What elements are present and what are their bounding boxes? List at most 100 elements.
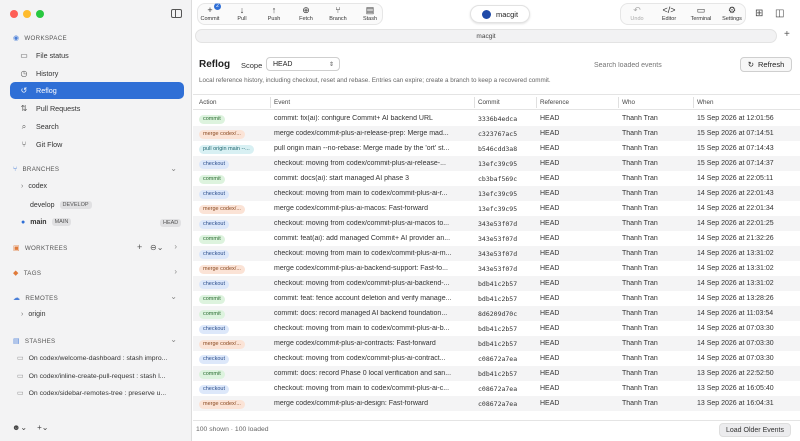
author-cell: Thanh Tran	[622, 399, 658, 407]
branch-main[interactable]: ● main MAIN	[21, 218, 72, 226]
tags-header[interactable]: ◆ TAGS	[13, 269, 41, 278]
table-row[interactable]: commit commit: feat(ai): add managed Comm…	[193, 231, 800, 246]
action-badge: checkout	[199, 354, 230, 364]
table-row[interactable]: commit commit: docs: record managed AI ba…	[193, 306, 800, 321]
table-row[interactable]: checkout checkout: moving from main to co…	[193, 246, 800, 261]
branch-develop[interactable]: develop DEVELOP	[30, 201, 92, 209]
table-row[interactable]: checkout checkout: moving from codex/comm…	[193, 351, 800, 366]
commit-hash-cell: bdb41c2b57	[478, 325, 518, 333]
stash-item[interactable]: ▭ On codex/welcome-dashboard : stash imp…	[17, 354, 177, 363]
column-header-event[interactable]: Event	[274, 99, 290, 106]
more-icon[interactable]: ⊖⌄	[150, 243, 163, 252]
table-row[interactable]: checkout checkout: moving from codex/comm…	[193, 276, 800, 291]
chevron-down-icon[interactable]: ⌄	[170, 164, 177, 173]
column-header-who[interactable]: Who	[622, 99, 635, 106]
table-row[interactable]: commit commit: fix(ai): configure Commit+…	[193, 111, 800, 126]
author-cell: Thanh Tran	[622, 189, 658, 197]
repo-selector[interactable]: macgit	[470, 5, 530, 23]
new-tab-icon[interactable]: +	[784, 29, 790, 40]
branch-label: Branch	[329, 16, 347, 22]
branch-button[interactable]: ⑂ Branch	[324, 4, 352, 22]
sidebar-item-search[interactable]: ⌕ Search	[10, 118, 184, 135]
branches-header[interactable]: ⑂ BRANCHES	[13, 166, 59, 173]
table-row[interactable]: checkout checkout: moving from main to co…	[193, 381, 800, 396]
column-header-reference[interactable]: Reference	[540, 99, 569, 106]
table-row[interactable]: commit commit: docs: record Phase 0 local…	[193, 366, 800, 381]
sidebar-toggle-icon[interactable]	[171, 9, 182, 18]
column-header-action[interactable]: Action	[199, 99, 217, 106]
table-row[interactable]: merge codex/... merge codex/commit-plus-a…	[193, 336, 800, 351]
table-row[interactable]: checkout checkout: moving from codex/comm…	[193, 216, 800, 231]
table-row[interactable]: checkout checkout: moving from main to co…	[193, 186, 800, 201]
action-badge: merge codex/...	[199, 129, 245, 139]
pull-request-icon: ⇅	[20, 104, 28, 113]
undo-button[interactable]: ↶ Undo	[623, 4, 651, 22]
minimize-window-button[interactable]	[23, 10, 31, 18]
commit-button[interactable]: + 2 Commit	[196, 3, 224, 22]
action-badge: merge codex/...	[199, 339, 245, 349]
chevron-right-icon[interactable]: ›	[174, 242, 177, 251]
author-cell: Thanh Tran	[622, 384, 658, 392]
action-cell: commit	[199, 369, 225, 379]
close-window-button[interactable]	[10, 10, 18, 18]
sidebar-item-label: Reflog	[36, 86, 57, 95]
account-icon[interactable]: ☻⌄	[12, 423, 27, 432]
stash-button[interactable]: ▤ Stash	[356, 4, 384, 22]
chevron-down-icon[interactable]: ⌄	[170, 292, 177, 301]
stash-item[interactable]: ▭ On codex/sidebar-remotes-tree : preser…	[17, 389, 177, 398]
commit-hash-cell: 343e53f07d	[478, 220, 518, 228]
add-icon[interactable]: +⌄	[37, 423, 48, 432]
stash-item[interactable]: ▭ On codex/inline-create-pull-request : …	[17, 372, 177, 381]
settings-button[interactable]: ⚙ Settings	[718, 4, 746, 22]
zoom-window-button[interactable]	[36, 10, 44, 18]
terminal-button[interactable]: ▭ Terminal	[687, 4, 715, 22]
date-cell: 14 Sep 2026 at 13:31:02	[697, 249, 774, 257]
column-header-when[interactable]: When	[697, 99, 713, 106]
tab-bar[interactable]: macgit	[195, 29, 777, 43]
table-row[interactable]: checkout checkout: moving from main to co…	[193, 321, 800, 336]
chevron-right-icon[interactable]: ›	[174, 267, 177, 276]
remotes-header[interactable]: ☁ REMOTES	[13, 294, 58, 303]
fetch-button[interactable]: ⊕ Fetch	[292, 4, 320, 22]
table-row[interactable]: merge codex/... merge codex/commit-plus-a…	[193, 201, 800, 216]
table-row[interactable]: merge codex/... merge codex/commit-plus-a…	[193, 396, 800, 411]
table-row[interactable]: merge codex/... merge codex/commit-plus-a…	[193, 126, 800, 141]
editor-button[interactable]: </> Editor	[655, 4, 683, 22]
sidebar-item-file-status[interactable]: ▭ File status	[10, 47, 184, 64]
branch-icon: ⑂	[335, 5, 341, 15]
table-row[interactable]: pull origin main --... pull origin main -…	[193, 141, 800, 156]
push-button[interactable]: ↑ Push	[260, 4, 288, 22]
stashes-header[interactable]: ▤ STASHES	[13, 337, 55, 346]
chevron-down-icon[interactable]: ⌄	[170, 335, 177, 344]
scope-select[interactable]: HEAD ⇕	[266, 57, 340, 71]
add-icon[interactable]: +	[137, 242, 142, 252]
chevron-updown-icon: ⇕	[328, 61, 334, 68]
event-cell: commit: docs(ai): start managed AI phase…	[274, 174, 410, 182]
load-older-button[interactable]: Load Older Events	[719, 423, 791, 437]
table-row[interactable]: commit commit: feat: fence account deleti…	[193, 291, 800, 306]
date-cell: 14 Sep 2026 at 13:31:02	[697, 264, 774, 272]
reference-cell: HEAD	[540, 234, 560, 242]
event-cell: merge codex/commit-plus-ai-design: Fast-…	[274, 399, 429, 407]
column-header-commit[interactable]: Commit	[478, 99, 500, 106]
sidebar-footer: ☻⌄ +⌄	[12, 423, 49, 432]
refresh-button[interactable]: ↻ Refresh	[740, 57, 792, 72]
table-row[interactable]: commit commit: docs(ai): start managed AI…	[193, 171, 800, 186]
branch-group-codex[interactable]: › codex	[21, 183, 47, 190]
inspector-toggle-icon[interactable]: ◫	[775, 8, 784, 19]
worktrees-header[interactable]: ▣ WORKTREES	[13, 244, 68, 253]
action-cell: checkout	[199, 249, 230, 259]
search-input[interactable]	[589, 58, 735, 72]
refresh-label: Refresh	[758, 60, 785, 69]
sidebar-item-pull-requests[interactable]: ⇅ Pull Requests	[10, 100, 184, 117]
table-row[interactable]: merge codex/... merge codex/commit-plus-a…	[193, 261, 800, 276]
author-cell: Thanh Tran	[622, 294, 658, 302]
action-cell: pull origin main --...	[199, 144, 254, 154]
remote-origin[interactable]: › origin	[21, 311, 45, 318]
table-row[interactable]: checkout checkout: moving from codex/comm…	[193, 156, 800, 171]
sidebar-item-history[interactable]: ◷ History	[10, 65, 184, 82]
layout-grid-icon[interactable]: ⊞	[755, 8, 763, 19]
pull-button[interactable]: ↓ Pull	[228, 4, 256, 22]
sidebar-item-reflog[interactable]: ↺ Reflog	[10, 82, 184, 99]
sidebar-item-git-flow[interactable]: ⑂ Git Flow	[10, 136, 184, 153]
